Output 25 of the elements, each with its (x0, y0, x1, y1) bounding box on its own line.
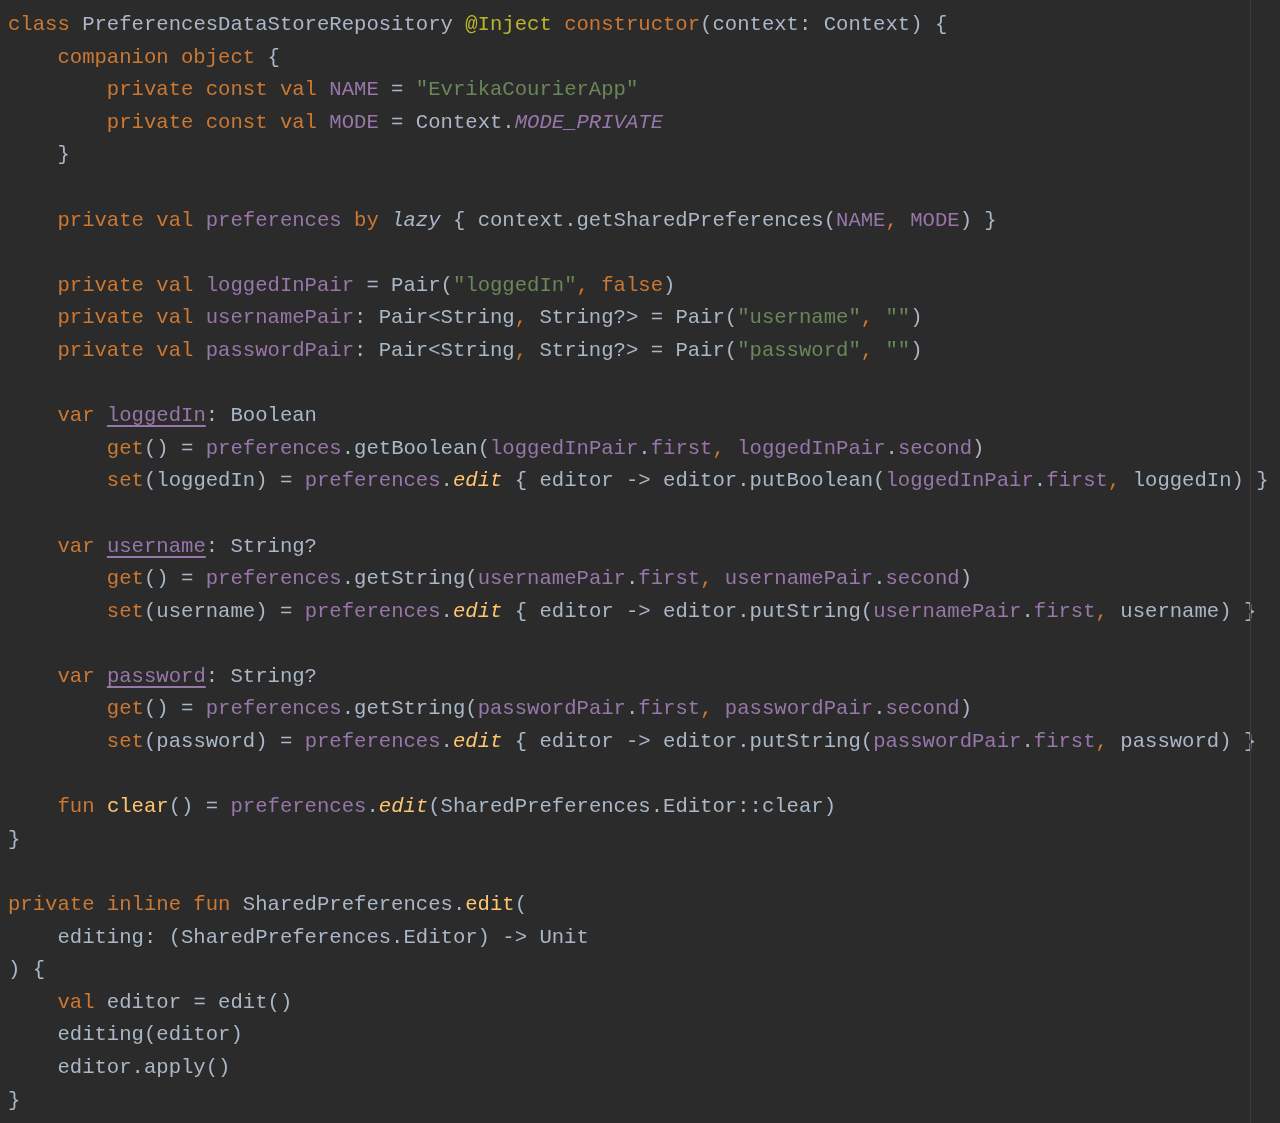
code-line: private val passwordPair: Pair<String, String?> = Pair("password", "") (56, 337, 923, 364)
code-line: editing: (SharedPreferences.Editor) -> Unit (56, 924, 589, 951)
code-line: get() = preferences.getString(passwordPair.first, passwordPair.second) (105, 696, 973, 723)
code-line: var loggedIn: Boolean (56, 403, 317, 430)
code-line: private val loggedInPair = Pair("loggedIn", false) (56, 272, 676, 299)
code-line: var password: String? (56, 663, 317, 690)
code-line: class PreferencesDataStoreRepository @Inject constructor(context: Context) { (8, 12, 948, 38)
code-line: private const val NAME = "EvrikaCourierApp" (105, 77, 639, 104)
code-line: editing(editor) (56, 1022, 243, 1049)
code-line: ) { (8, 957, 46, 984)
code-line: } (8, 1087, 21, 1114)
code-line: private const val MODE = Context.MODE_PRIVATE (105, 109, 664, 136)
code-line: private val preferences by lazy { context.getSharedPreferences(NAME, MODE) } (56, 207, 997, 234)
code-line: } (56, 142, 70, 169)
code-line: var username: String? (56, 533, 317, 560)
code-line: val editor = edit() (56, 989, 293, 1016)
code-line: } (8, 826, 21, 853)
code-line: private inline fun SharedPreferences.edit( (8, 892, 528, 919)
code-line: editor.apply() (56, 1055, 231, 1081)
code-line: fun clear() = preferences.edit(SharedPreferences.Editor::clear) (56, 794, 837, 821)
code-line: private val usernamePair: Pair<String, String?> = Pair("username", "") (56, 305, 923, 332)
code-line: set(loggedIn) = preferences.edit { editor -> editor.putBoolean(loggedInPair.first, loggedIn) } (105, 468, 1269, 495)
code-line: companion object { (56, 44, 280, 71)
code-line: get() = preferences.getString(usernamePair.first, usernamePair.second) (105, 566, 973, 593)
code-line: get() = preferences.getBoolean(loggedInPair.first, loggedInPair.second) (105, 435, 985, 462)
